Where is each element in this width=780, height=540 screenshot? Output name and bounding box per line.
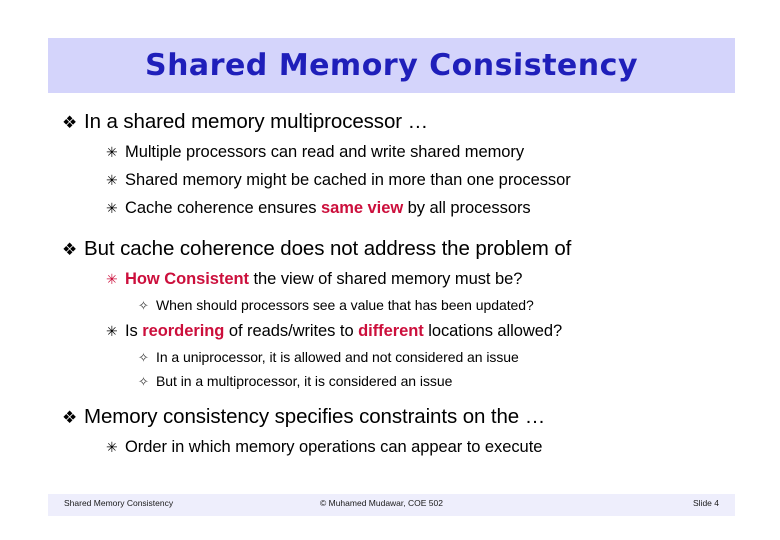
bullet-text-suffix: the view of shared memory must be? [248,270,523,288]
asterisk-bullet-icon: ✳ [106,144,118,160]
bullet-text-suffix: by all processors [403,199,531,217]
slide-title-band: Shared Memory Consistency [48,38,735,93]
bullet-text: How Consistent the view of shared memory… [125,270,522,289]
footer-slide-number: Slide 4 [693,498,719,508]
bullet-level2-multiple-processors: ✳ Multiple processors can read and write… [0,143,780,162]
asterisk-bullet-icon: ✳ [106,200,118,216]
bullet-level1-memory-consistency: ❖ Memory consistency specifies constrain… [0,405,780,429]
hollow-diamond-bullet-icon: ✧ [138,374,149,389]
highlight-same-view: same view [321,199,404,217]
bullet-level2-is-reordering: ✳ Is reordering of reads/writes to diffe… [0,322,780,341]
bullet-text: When should processors see a value that … [156,297,534,313]
bullet-level1-but-cache-coherence: ❖ But cache coherence does not address t… [0,237,780,261]
bullet-level2-order-of-operations: ✳ Order in which memory operations can a… [0,438,780,457]
slide-body: ❖ In a shared memory multiprocessor … ✳ … [0,100,780,480]
diamond-bullet-icon: ❖ [62,240,78,259]
footer-center-text: © Muhamed Mudawar, COE 502 [320,498,443,508]
asterisk-bullet-icon: ✳ [106,172,118,188]
asterisk-bullet-icon: ✳ [106,439,118,455]
bullet-level3-multiprocessor-issue: ✧ But in a multiprocessor, it is conside… [0,373,780,389]
diamond-bullet-icon: ❖ [62,408,78,427]
bullet-level3-when-should-processors: ✧ When should processors see a value tha… [0,297,780,313]
bullet-text: Multiple processors can read and write s… [125,143,525,161]
bullet-text: Shared memory might be cached in more th… [125,171,571,189]
hollow-diamond-bullet-icon: ✧ [138,350,149,365]
slide-footer: Shared Memory Consistency © Muhamed Muda… [48,494,735,516]
highlight-reordering: reordering [142,322,225,340]
bullet-level1-intro: ❖ In a shared memory multiprocessor … [0,110,780,134]
bullet-text: Order in which memory operations can app… [125,438,543,456]
bullet-text: But in a multiprocessor, it is considere… [156,373,453,389]
bullet-text: Cache coherence ensures same view by all… [125,199,531,218]
bullet-text: Memory consistency specifies constraints… [84,405,546,428]
asterisk-bullet-icon: ✳ [106,323,118,339]
page-title: Shared Memory Consistency [144,48,639,83]
bullet-text-prefix: Is [125,322,143,340]
bullet-text-prefix: Cache coherence ensures [125,199,322,217]
bullet-text: Is reordering of reads/writes to differe… [125,322,562,341]
hollow-diamond-bullet-icon: ✧ [138,298,149,313]
bullet-level3-uniprocessor-allowed: ✧ In a uniprocessor, it is allowed and n… [0,349,780,365]
bullet-level2-cache-coherence-same-view: ✳ Cache coherence ensures same view by a… [0,199,780,218]
bullet-level2-how-consistent: ✳ How Consistent the view of shared memo… [0,270,780,289]
highlight-different: different [358,322,424,340]
asterisk-bullet-icon: ✳ [106,271,118,287]
footer-left-text: Shared Memory Consistency [64,498,174,508]
bullet-text: But cache coherence does not address the… [84,237,572,260]
bullet-text-suffix: locations allowed? [423,322,563,340]
bullet-level2-shared-memory-cached: ✳ Shared memory might be cached in more … [0,171,780,190]
bullet-text: In a uniprocessor, it is allowed and not… [156,349,519,365]
bullet-text: In a shared memory multiprocessor … [84,110,428,133]
highlight-how-consistent: How Consistent [125,270,249,288]
bullet-text-middle: of reads/writes to [224,322,359,340]
diamond-bullet-icon: ❖ [62,113,78,132]
